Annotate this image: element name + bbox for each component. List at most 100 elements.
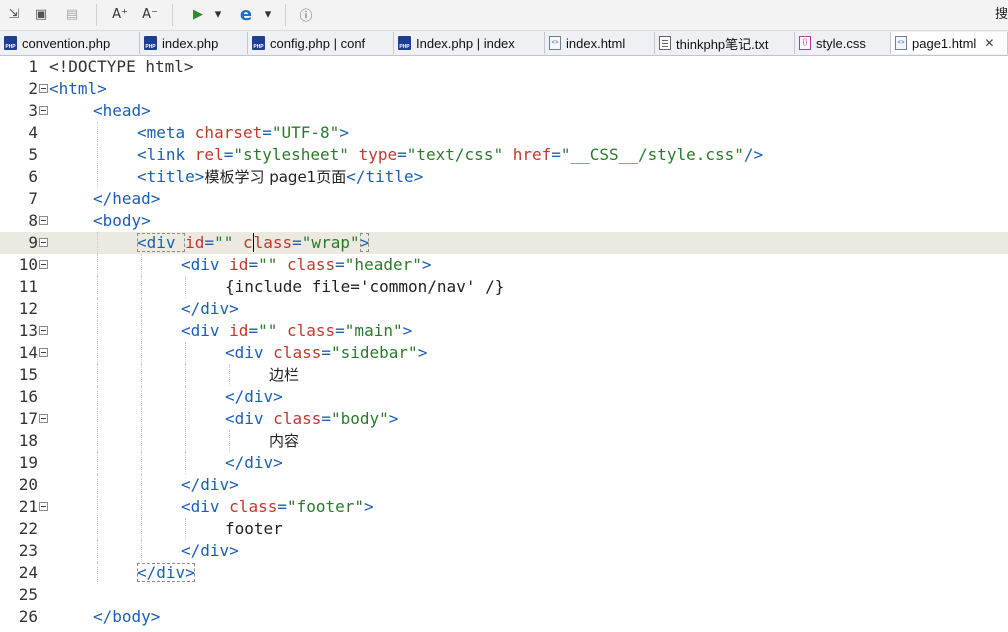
code-text[interactable]: {include file='common/nav' /} [225, 276, 504, 298]
tab-thinkphp-txt[interactable]: thinkphp笔记.txt [655, 32, 795, 54]
fold-toggle-icon[interactable] [39, 106, 48, 115]
run-icon[interactable]: ▶ [188, 3, 208, 25]
toolbar-export-icon[interactable]: ▤ [62, 3, 82, 25]
code-line[interactable]: 23 </div> [0, 540, 1008, 562]
code-line[interactable]: 7 </head> [0, 188, 1008, 210]
code-text[interactable]: </body> [93, 606, 160, 628]
indent-guide [185, 452, 186, 474]
code-text[interactable]: <html> [49, 78, 107, 100]
font-increase-icon[interactable]: A⁺ [110, 3, 130, 25]
code-text[interactable]: </div> [181, 474, 239, 496]
code-text[interactable]: <meta charset="UTF-8"> [137, 122, 349, 144]
tab-index-php[interactable]: index.php [140, 32, 248, 54]
search-label[interactable]: 搜 [995, 3, 1008, 22]
code-line[interactable]: 15 边栏 [0, 364, 1008, 386]
code-text[interactable]: </div> [181, 298, 239, 320]
code-line[interactable]: 26 </body> [0, 606, 1008, 628]
fold-toggle-icon[interactable] [39, 238, 48, 247]
code-text[interactable]: <body> [93, 210, 151, 232]
tab-convention-php[interactable]: convention.php [0, 32, 140, 54]
tab-index-html[interactable]: index.html [545, 32, 655, 54]
code-text[interactable]: <div class="footer"> [181, 496, 374, 518]
code-token: <title> [137, 167, 205, 186]
fold-toggle-icon[interactable] [39, 502, 48, 511]
code-line[interactable]: 9 <div id="" class="wrap"> [0, 232, 1008, 254]
code-text[interactable]: <head> [93, 100, 151, 122]
code-line[interactable]: 1 <!DOCTYPE html> [0, 56, 1008, 78]
fold-toggle-icon[interactable] [39, 414, 48, 423]
indent-guide [97, 254, 98, 276]
code-line[interactable]: 11 {include file='common/nav' /} [0, 276, 1008, 298]
tab-style-css[interactable]: style.css [795, 32, 891, 54]
code-text[interactable]: <div class="body"> [225, 408, 398, 430]
code-token: <div [181, 321, 230, 340]
line-number: 9 [28, 233, 38, 252]
run-dropdown-icon[interactable]: ▾ [212, 3, 224, 25]
code-line[interactable]: 3 <head> [0, 100, 1008, 122]
code-line[interactable]: 10 <div id="" class="header"> [0, 254, 1008, 276]
code-line[interactable]: 14 <div class="sidebar"> [0, 342, 1008, 364]
toolbar-save-icon[interactable]: ▣ [31, 3, 51, 25]
code-text[interactable]: </div> [225, 452, 283, 474]
code-line[interactable]: 22 footer [0, 518, 1008, 540]
code-token: "wrap" [301, 233, 360, 252]
code-text[interactable]: 边栏 [269, 364, 299, 386]
fold-toggle-icon[interactable] [39, 348, 48, 357]
code-line[interactable]: 19 </div> [0, 452, 1008, 474]
code-line[interactable]: 17 <div class="body"> [0, 408, 1008, 430]
code-text[interactable]: <div id="" class="wrap"> [137, 232, 370, 254]
code-editor[interactable]: 1 <!DOCTYPE html> 2 <html> 3 <head> 4 <meta cha… [0, 56, 1008, 632]
code-text[interactable]: </div> [181, 540, 239, 562]
code-line[interactable]: 2 <html> [0, 78, 1008, 100]
font-decrease-icon[interactable]: A⁻ [140, 3, 160, 25]
close-icon[interactable]: ✕ [984, 36, 994, 50]
code-text[interactable]: <div id="" class="header"> [181, 254, 432, 276]
code-token: "sidebar" [330, 343, 418, 362]
code-text[interactable]: <link rel="stylesheet" type="text/css" h… [137, 144, 763, 166]
browser-dropdown-icon[interactable]: ▾ [262, 3, 274, 25]
code-token: <div [181, 255, 230, 274]
code-line[interactable]: 20 </div> [0, 474, 1008, 496]
indent-guide [141, 518, 142, 540]
code-line[interactable]: 4 <meta charset="UTF-8"> [0, 122, 1008, 144]
code-text[interactable]: </div> [137, 562, 195, 584]
code-line[interactable]: 24 </div> [0, 562, 1008, 584]
tab-index-php-index[interactable]: Index.php | index [394, 32, 545, 54]
code-text[interactable]: <div id="" class="main"> [181, 320, 412, 342]
code-text[interactable]: <!DOCTYPE html> [49, 56, 194, 78]
fold-toggle-icon[interactable] [39, 216, 48, 225]
code-line[interactable]: 8 <body> [0, 210, 1008, 232]
code-text[interactable]: <div class="sidebar"> [225, 342, 427, 364]
code-line[interactable]: 16 </div> [0, 386, 1008, 408]
info-icon[interactable]: ⓘ [296, 3, 316, 25]
tab-config-php-conf[interactable]: config.php | conf [248, 32, 394, 54]
indent-guide [97, 474, 98, 496]
fold-toggle-icon[interactable] [39, 84, 48, 93]
line-number: 24 [18, 563, 38, 582]
code-text[interactable]: <title>模板学习 page1页面</title> [137, 166, 423, 188]
code-token: = [292, 233, 302, 252]
indent-guide [97, 276, 98, 298]
code-line[interactable]: 25 [0, 584, 1008, 606]
toolbar-import-icon[interactable]: ⇲ [4, 3, 24, 25]
css-file-icon [799, 36, 811, 50]
code-text[interactable]: footer [225, 518, 283, 540]
code-line[interactable]: 12 </div> [0, 298, 1008, 320]
fold-toggle-icon[interactable] [39, 260, 48, 269]
indent-guide [97, 496, 98, 518]
line-number: 10 [18, 255, 38, 274]
tab-page1-html[interactable]: page1.html ✕ [891, 32, 1008, 54]
browser-edge-icon[interactable]: e [236, 3, 256, 25]
code-line[interactable]: 5 <link rel="stylesheet" type="text/css" … [0, 144, 1008, 166]
code-text[interactable]: </div> [225, 386, 283, 408]
code-line[interactable]: 21 <div class="footer"> [0, 496, 1008, 518]
code-line[interactable]: 6 <title>模板学习 page1页面</title> [0, 166, 1008, 188]
php-file-icon [398, 36, 411, 50]
code-line[interactable]: 18 内容 [0, 430, 1008, 452]
tab-label: index.html [566, 35, 626, 51]
fold-toggle-icon[interactable] [39, 326, 48, 335]
code-line[interactable]: 13 <div id="" class="main"> [0, 320, 1008, 342]
code-text[interactable]: </head> [93, 188, 160, 210]
code-text[interactable]: 内容 [269, 430, 299, 452]
